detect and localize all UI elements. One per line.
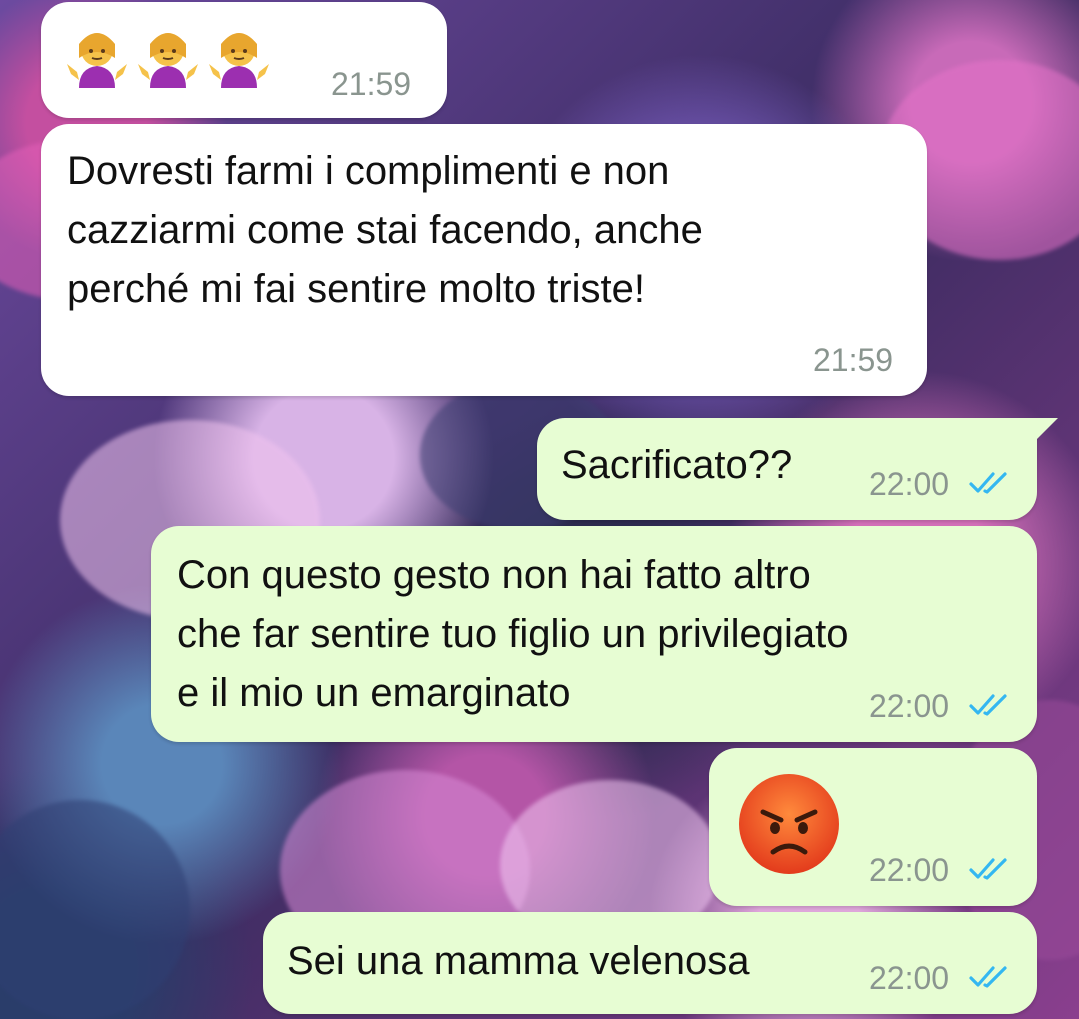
double-check-icon xyxy=(969,966,1007,988)
person-gesturing-shrug-icon xyxy=(138,33,198,88)
message-text: Con questo gesto non hai fatto altro che… xyxy=(177,553,849,715)
person-gesturing-shrug-icon xyxy=(209,33,269,88)
message-timestamp: 22:00 xyxy=(869,852,950,888)
message-bubble-incoming[interactable]: 21:59 xyxy=(41,2,447,118)
message-timestamp: 22:00 xyxy=(869,688,950,724)
message-bubble-outgoing[interactable]: Sei una mamma velenosa 22:00 xyxy=(263,912,1037,1014)
message-text: Sei una mamma velenosa xyxy=(287,939,750,983)
double-check-icon xyxy=(969,694,1007,716)
message-timestamp: 21:59 xyxy=(331,66,412,102)
message-timestamp: 22:00 xyxy=(869,466,950,502)
message-bubble-outgoing[interactable]: Sacrificato?? 22:00 xyxy=(537,418,1037,520)
message-text: Dovresti farmi i complimenti e non cazzi… xyxy=(67,149,703,311)
message-text: Sacrificato?? xyxy=(561,443,793,487)
message-bubble-outgoing[interactable]: Con questo gesto non hai fatto altro che… xyxy=(151,526,1037,742)
message-timestamp: 22:00 xyxy=(869,960,950,996)
double-check-icon xyxy=(969,858,1007,880)
message-bubble-outgoing[interactable]: 22:00 xyxy=(709,748,1037,906)
message-bubble-incoming[interactable]: Dovresti farmi i complimenti e non cazzi… xyxy=(41,124,927,396)
person-gesturing-shrug-icon xyxy=(67,33,127,88)
bubble-tail xyxy=(1036,418,1058,440)
message-timestamp: 21:59 xyxy=(813,342,894,378)
pouting-face-icon xyxy=(739,774,839,874)
double-check-icon xyxy=(969,472,1007,494)
